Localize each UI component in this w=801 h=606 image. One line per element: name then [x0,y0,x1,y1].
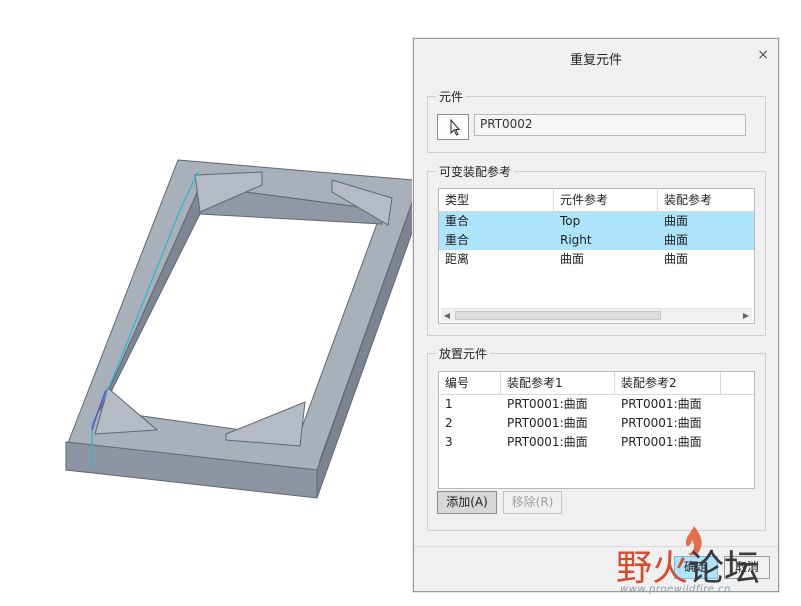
cell-number: 2 [445,416,453,430]
column-header-number[interactable]: 编号 [439,372,501,394]
cell-type: 重合 [445,214,470,228]
cell-number: 1 [445,397,453,411]
cell-number: 3 [445,435,453,449]
cell-ref2: PRT0001:曲面 [621,416,702,430]
cell-asm-ref: 曲面 [664,214,689,228]
cell-ref2: PRT0001:曲面 [621,397,702,411]
repeat-component-dialog: 重复元件 × 元件 PRT0002 可变装配参考 类型 元件参考 装配参考 重合… [413,38,779,592]
table-row[interactable]: 3 PRT0001:曲面 PRT0001:曲面 [439,433,754,452]
cell-ref1: PRT0001:曲面 [507,397,588,411]
table-row[interactable]: 重合 Top 曲面 [439,212,754,231]
placement-group-label: 放置元件 [436,345,491,362]
watermark-red-text: 野火 [616,548,689,589]
forum-watermark: 野火论坛 www.proewildfire.cn [616,526,801,606]
cell-ref2: PRT0001:曲面 [621,435,702,449]
inner-left-wall [99,185,201,411]
scroll-right-icon[interactable]: ▶ [740,309,752,322]
cell-comp-ref: Top [560,214,581,228]
column-header-ref2[interactable]: 装配参考2 [615,372,721,394]
watermark-dark-text: 论坛 [688,548,761,589]
selected-component-field[interactable]: PRT0002 [474,114,746,136]
variable-refs-table[interactable]: 类型 元件参考 装配参考 重合 Top 曲面 重合 Right 曲面 距离 曲面… [438,188,755,324]
component-group: 元件 PRT0002 [427,88,766,153]
cell-ref1: PRT0001:曲面 [507,435,588,449]
horizontal-scrollbar[interactable]: ◀ ▶ [441,308,752,322]
gusset-bottom-right [225,401,306,447]
table-row[interactable]: 重合 Right 曲面 [439,231,754,250]
close-icon[interactable]: × [757,47,769,63]
table-header: 类型 元件参考 装配参考 [439,189,754,212]
column-header-ref1[interactable]: 装配参考1 [501,372,615,394]
cell-type: 距离 [445,252,470,266]
cell-ref1: PRT0001:曲面 [507,416,588,430]
cell-comp-ref: Right [560,233,592,247]
scroll-thumb[interactable] [455,311,661,320]
table-header: 编号 装配参考1 装配参考2 [439,372,754,395]
variable-refs-group: 可变装配参考 类型 元件参考 装配参考 重合 Top 曲面 重合 Right 曲… [427,163,766,336]
column-header-comp-ref[interactable]: 元件参考 [554,189,658,211]
column-header-type[interactable]: 类型 [439,189,554,211]
watermark-url: www.proewildfire.cn [620,584,731,595]
cell-type: 重合 [445,233,470,247]
table-row[interactable]: 1 PRT0001:曲面 PRT0001:曲面 [439,395,754,414]
dialog-title: 重复元件 [569,53,622,68]
variable-refs-label: 可变装配参考 [436,163,515,180]
cell-asm-ref: 曲面 [664,252,689,266]
add-button[interactable]: 添加(A) [437,491,497,514]
select-component-button[interactable] [437,114,469,140]
table-row[interactable]: 距离 曲面 曲面 [439,250,754,269]
cell-comp-ref: 曲面 [560,252,585,266]
scroll-left-icon[interactable]: ◀ [441,309,453,322]
column-header-asm-ref[interactable]: 装配参考 [658,189,754,211]
dialog-titlebar: 重复元件 × [414,39,778,73]
cell-asm-ref: 曲面 [664,233,689,247]
placement-table[interactable]: 编号 装配参考1 装配参考2 1 PRT0001:曲面 PRT0001:曲面 2… [438,371,755,489]
component-group-label: 元件 [436,88,467,105]
remove-button[interactable]: 移除(R) [503,491,562,514]
arrow-pointer-icon [450,118,461,136]
table-row[interactable]: 2 PRT0001:曲面 PRT0001:曲面 [439,414,754,433]
